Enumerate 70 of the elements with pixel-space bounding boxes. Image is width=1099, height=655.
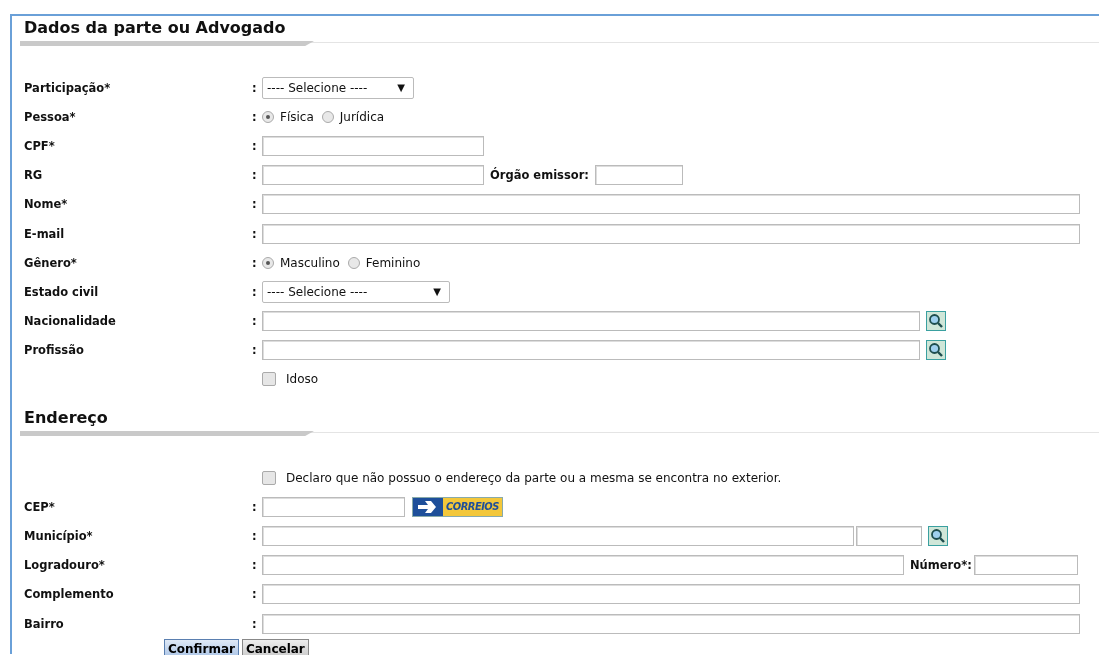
field-label: RG bbox=[24, 168, 44, 183]
colon: : bbox=[252, 109, 258, 124]
input-field[interactable] bbox=[262, 613, 1080, 634]
input-field[interactable] bbox=[973, 555, 1078, 576]
field-label: Nome* bbox=[24, 197, 69, 212]
input-field[interactable] bbox=[262, 135, 484, 156]
colon: : bbox=[252, 138, 258, 153]
caret-icon: ▼ bbox=[433, 286, 441, 298]
search-icon[interactable] bbox=[928, 526, 948, 547]
colon: : bbox=[252, 587, 258, 602]
colon: : bbox=[252, 616, 258, 631]
checkbox[interactable] bbox=[262, 470, 276, 485]
radio-label: Física bbox=[280, 109, 314, 124]
field-label: Logradouro* bbox=[24, 558, 106, 573]
caret-icon: ▼ bbox=[397, 82, 405, 94]
checkbox-label: Declaro que não possuo o endereço da parte ou a mesma se encontra no exterior. bbox=[286, 470, 782, 485]
input-field[interactable] bbox=[262, 194, 1080, 215]
search-icon[interactable] bbox=[926, 340, 946, 361]
checkbox-label: Idoso bbox=[286, 372, 319, 387]
field-label: Município* bbox=[24, 529, 94, 544]
search-icon[interactable] bbox=[926, 311, 946, 332]
colon: : bbox=[252, 226, 258, 241]
dropdown[interactable]: ---- Selecione ---- ▼ bbox=[262, 76, 414, 99]
input-field[interactable] bbox=[262, 584, 1080, 605]
field-label: CEP* bbox=[24, 499, 56, 514]
input-field[interactable] bbox=[262, 165, 484, 186]
radio-label: Feminino bbox=[365, 255, 421, 270]
field-label: E-mail bbox=[24, 226, 66, 241]
field-label: Número*: bbox=[910, 558, 972, 573]
colon: : bbox=[252, 197, 258, 212]
input-field[interactable] bbox=[594, 165, 683, 186]
field-label: CPF* bbox=[24, 138, 56, 153]
cancel-button[interactable]: Cancelar bbox=[241, 639, 309, 655]
field-label: Bairro bbox=[24, 616, 65, 631]
radio-label: Masculino bbox=[280, 255, 340, 270]
field-label: Complemento bbox=[24, 587, 115, 602]
field-label: Órgão emissor: bbox=[490, 168, 589, 183]
radio-button[interactable] bbox=[262, 256, 274, 269]
input-field[interactable] bbox=[262, 223, 1080, 244]
colon: : bbox=[252, 343, 258, 358]
colon: : bbox=[252, 255, 258, 270]
input-field[interactable] bbox=[262, 311, 920, 332]
section-title: Dados da parte ou Advogado bbox=[24, 18, 286, 38]
cep-lookup-button[interactable]: CORREIOS bbox=[412, 496, 503, 517]
input-field[interactable] bbox=[262, 340, 920, 361]
colon: : bbox=[252, 314, 258, 329]
field-label: Pessoa* bbox=[24, 109, 77, 124]
colon: : bbox=[252, 558, 258, 573]
input-field[interactable] bbox=[262, 496, 405, 517]
input-field[interactable] bbox=[856, 526, 922, 547]
colon: : bbox=[252, 284, 258, 299]
checkbox[interactable] bbox=[262, 372, 276, 387]
input-field[interactable] bbox=[262, 526, 854, 547]
colon: : bbox=[252, 499, 258, 514]
confirm-button[interactable]: Confirmar bbox=[164, 639, 239, 655]
input-field[interactable] bbox=[262, 555, 904, 576]
radio-button[interactable] bbox=[321, 110, 334, 123]
field-label: Nacionalidade bbox=[24, 314, 117, 329]
field-label: Gênero* bbox=[24, 255, 78, 270]
colon: : bbox=[252, 80, 258, 95]
field-label: Estado civil bbox=[24, 284, 100, 299]
field-label: Profissão bbox=[24, 343, 85, 358]
colon: : bbox=[252, 529, 258, 544]
section-title: Endereço bbox=[24, 408, 108, 429]
radio-button[interactable] bbox=[262, 110, 274, 123]
field-label: Participação* bbox=[24, 80, 112, 95]
radio-button[interactable] bbox=[347, 256, 360, 269]
colon: : bbox=[252, 168, 258, 183]
dropdown[interactable]: ---- Selecione ---- ▼ bbox=[262, 280, 450, 303]
radio-label: Jurídica bbox=[339, 109, 385, 124]
